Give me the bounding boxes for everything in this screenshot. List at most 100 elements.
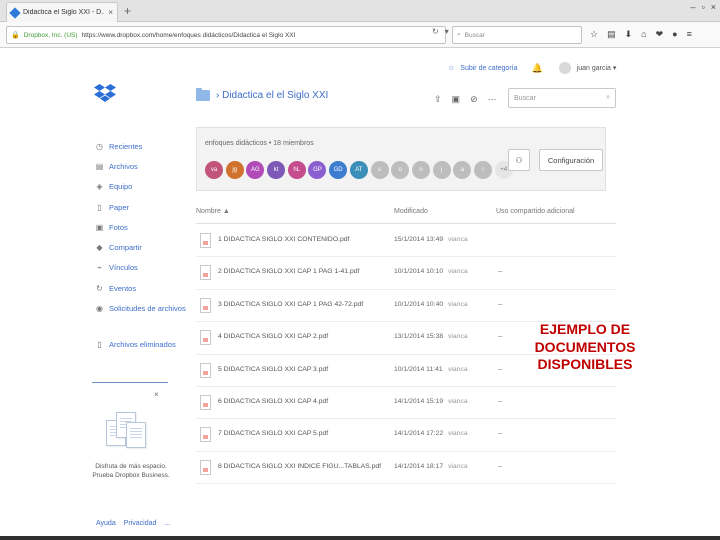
more-link[interactable]: ... [164, 520, 170, 527]
file-name[interactable]: 7 DIDACTICA SIGLO XXI CAP 5.pdf [218, 430, 328, 437]
close-tab-icon[interactable]: × [108, 8, 113, 17]
user-menu[interactable]: juan garcia ▾ [577, 64, 617, 72]
sidebar: ◷ Recientes ▤ Archivos ◈ Equipo ▯ Paper ▣ Fot… [95, 136, 190, 355]
file-name[interactable]: 6 DIDACTICA SIGLO XXI CAP 4.pdf [218, 398, 328, 405]
configuration-button[interactable]: Configuración [539, 149, 603, 171]
file-sharing: -- [498, 268, 503, 276]
callout-line: DISPONIBLES [537, 356, 633, 372]
close-promo-icon[interactable]: × [154, 390, 159, 399]
file-modified-by: vianca [448, 365, 468, 373]
team-folder-panel: enfoques didácticos • 18 miembros va jg AG… [196, 127, 606, 191]
trash-icon: ▯ [97, 340, 102, 350]
file-modified-date: 10/1/2014 10:10 [394, 268, 444, 276]
sidebar-item-recientes[interactable]: ◷ Recientes [95, 136, 190, 156]
table-row[interactable]: 6 DIDACTICA SIGLO XXI CAP 4.pdf 14/1/2014… [196, 387, 616, 420]
dropdown-icon[interactable]: ▾ [445, 27, 449, 36]
tab-title: Didactica el Siglo XXI - D... [23, 9, 105, 16]
file-modified-by: vianca [448, 300, 468, 308]
sidebar-item-label: Solicitudes de archivos [109, 304, 186, 314]
column-sharing-header[interactable]: Uso compartido adicional [496, 208, 575, 215]
file-name[interactable]: 1 DIDACTICA SIGLO XXI CONTENIDO.pdf [218, 236, 349, 243]
table-row[interactable]: 3 DIDACTICA SIGLO XXI CAP 1 PAG 42-72.pd… [196, 290, 616, 323]
privacy-link[interactable]: Privacidad [124, 520, 157, 527]
home-icon[interactable]: ⌂ [641, 29, 646, 40]
member-avatar[interactable]: AT [349, 161, 368, 179]
reload-icon[interactable]: ↻ [432, 27, 439, 36]
browser-search-input[interactable]: ⌕ Buscar [452, 26, 582, 44]
account-area: ☆ Subir de categoría 🔔 juan garcia ▾ [448, 62, 616, 74]
member-avatar[interactable]: GP [308, 161, 327, 179]
member-avatar[interactable]: n [411, 161, 430, 179]
file-name[interactable]: 2 DIDACTICA SIGLO XXI CAP 1 PAG 1-41.pdf [218, 268, 359, 275]
table-row[interactable]: 8 DIDACTICA SIGLO XXI INDICE FIGU...TABL… [196, 452, 616, 485]
member-avatar[interactable]: kt [267, 161, 286, 179]
sidebar-item-solicitudes[interactable]: ◉ Solicitudes de archivos [95, 298, 190, 318]
pdf-file-icon [200, 233, 211, 248]
notifications-bell-icon[interactable]: 🔔 [531, 63, 542, 74]
sidebar-item-equipo[interactable]: ◈ Equipo [95, 177, 190, 197]
url-text[interactable]: https://www.dropbox.com/home/enfoques di… [82, 32, 296, 39]
column-name-header[interactable]: Nombre ▲ [196, 208, 230, 215]
breadcrumb-current[interactable]: › Didactica el el Siglo XXI [216, 90, 328, 101]
file-sharing: -- [498, 300, 503, 308]
member-avatar[interactable]: hL [287, 161, 306, 179]
file-name[interactable]: 3 DIDACTICA SIGLO XXI CAP 1 PAG 42-72.pd… [218, 301, 363, 308]
file-name[interactable]: 8 DIDACTICA SIGLO XXI INDICE FIGU...TABL… [218, 463, 381, 470]
sidebar-item-label: Archivos [109, 161, 138, 171]
column-modified-header[interactable]: Modificado [394, 208, 428, 215]
sidebar-item-archivos[interactable]: ▤ Archivos [95, 156, 190, 176]
pocket-icon[interactable]: ❤ [656, 29, 664, 40]
table-row[interactable]: 7 DIDACTICA SIGLO XXI CAP 5.pdf 14/1/2014… [196, 419, 616, 452]
extension-icon[interactable]: ● [672, 29, 677, 40]
member-avatar[interactable]: j [432, 161, 451, 179]
table-row[interactable]: 2 DIDACTICA SIGLO XXI CAP 1 PAG 1-41.pdf… [196, 257, 616, 290]
site-identity[interactable]: Dropbox, Inc. (US) [24, 32, 78, 39]
sidebar-item-eventos[interactable]: ↻ Eventos [95, 278, 190, 298]
member-avatar[interactable]: AG [246, 161, 265, 179]
upgrade-link[interactable]: Subir de categoría [460, 65, 517, 72]
sidebar-item-paper[interactable]: ▯ Paper [95, 197, 190, 217]
add-member-button[interactable]: ⚇ [508, 149, 530, 171]
dropbox-logo-icon[interactable] [94, 84, 116, 104]
menu-icon[interactable]: ≡ [687, 29, 692, 40]
file-name[interactable]: 4 DIDACTICA SIGLO XXI CAP 2.pdf [218, 333, 328, 340]
member-avatar[interactable]: GD [329, 161, 348, 179]
close-window-icon[interactable]: × [711, 2, 716, 12]
minimize-icon[interactable]: – [691, 2, 696, 12]
new-tab-button[interactable]: + [124, 4, 131, 18]
bookmark-star-icon[interactable]: ☆ [590, 29, 598, 40]
file-name[interactable]: 5 DIDACTICA SIGLO XXI CAP 3.pdf [218, 366, 328, 373]
breadcrumb: › Didactica el el Siglo XXI [196, 88, 328, 101]
member-avatar[interactable]: s [370, 161, 389, 179]
avatar[interactable] [558, 62, 571, 74]
sidebar-item-label: Eventos [109, 283, 137, 293]
dropbox-search-input[interactable]: Buscar ⌕ [508, 88, 616, 108]
member-avatar[interactable]: i [473, 161, 492, 179]
link-icon[interactable]: ⊘ [470, 94, 478, 105]
more-options-icon[interactable]: ⋯ [488, 94, 497, 105]
new-folder-icon[interactable]: ▣ [452, 94, 461, 105]
help-link[interactable]: Ayuda [96, 520, 116, 527]
sidebar-item-label: Archivos eliminados [109, 340, 176, 350]
sidebar-item-fotos[interactable]: ▣ Fotos [95, 217, 190, 237]
member-avatar[interactable]: va [205, 161, 223, 179]
files-icon: ▤ [95, 161, 104, 171]
maximize-icon[interactable]: ▫ [702, 2, 705, 12]
table-row[interactable]: 1 DIDACTICA SIGLO XXI CONTENIDO.pdf 15/1/… [196, 225, 616, 258]
file-modified-by: vianca [448, 333, 468, 341]
address-bar[interactable]: 🔒 Dropbox, Inc. (US) https://www.dropbox… [6, 26, 446, 44]
file-modified-by: vianca [448, 430, 468, 438]
member-avatar[interactable]: o [391, 161, 410, 179]
browser-tab[interactable]: Didactica el Siglo XXI - D... × [6, 2, 118, 22]
sidebar-item-eliminados[interactable]: ▯ Archivos eliminados [95, 335, 190, 355]
sidebar-item-compartir[interactable]: ◆ Compartir [95, 237, 190, 257]
download-icon[interactable]: ⬇ [625, 29, 633, 40]
reading-list-icon[interactable]: ▤ [607, 29, 616, 40]
sidebar-item-label: Paper [109, 202, 130, 212]
sidebar-item-vinculos[interactable]: ⌁ Vínculos [95, 258, 190, 278]
upload-icon[interactable]: ⇪ [434, 94, 442, 105]
slide-bottom-border [0, 536, 720, 540]
member-avatar[interactable]: jg [225, 161, 244, 179]
member-avatar[interactable]: a [453, 161, 472, 179]
file-sharing: -- [498, 365, 503, 373]
